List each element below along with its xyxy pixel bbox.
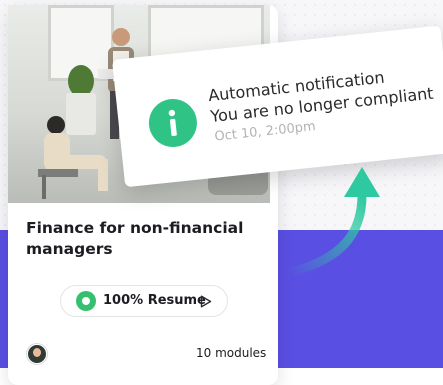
seated-figure	[38, 116, 108, 199]
progress-complete-icon	[76, 291, 96, 311]
play-icon	[200, 295, 212, 308]
avatar	[27, 344, 47, 364]
info-icon	[146, 96, 200, 150]
resume-button[interactable]: 100% Resume	[60, 285, 228, 317]
curved-arrow-icon	[283, 167, 380, 278]
course-title: Finance for non-financial managers	[26, 219, 244, 258]
module-count: 10 modules	[196, 346, 267, 360]
resume-label: 100% Resume	[103, 293, 206, 308]
